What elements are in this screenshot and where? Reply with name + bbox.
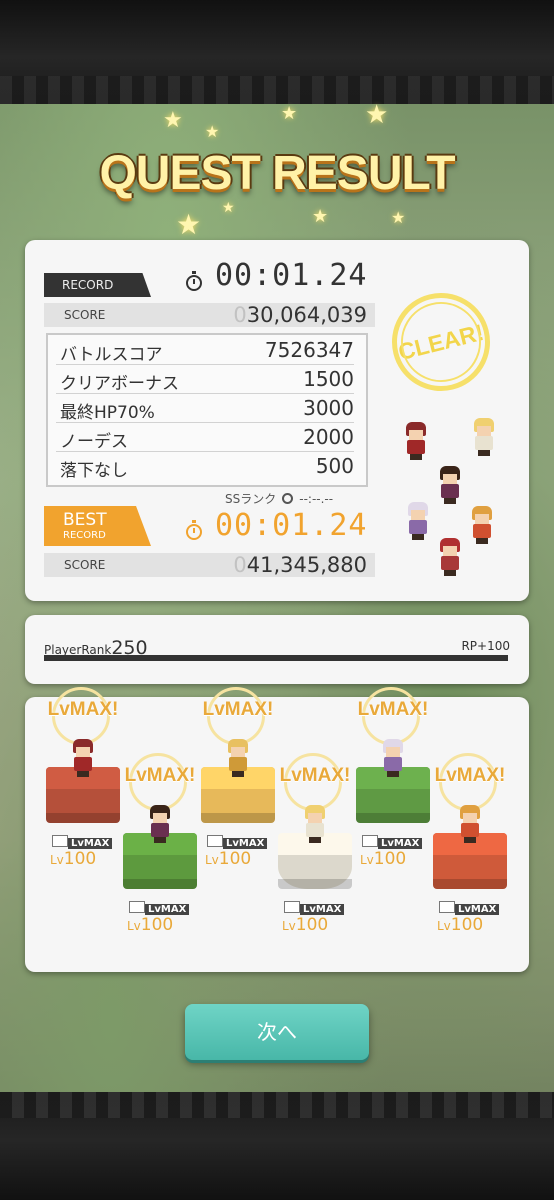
party-character: [403, 422, 429, 460]
stopwatch-icon: [186, 271, 202, 291]
best-record-tag: BEST RECORD: [44, 506, 151, 546]
unit-character: [380, 739, 406, 777]
ss-rank-target: SSランク --:--.--: [225, 492, 334, 506]
top-frame-bar: [0, 0, 554, 104]
unit-card: LvMAX! LvMAX Lv100: [270, 753, 360, 938]
best-score-bar: SCORE 041,345,880: [44, 553, 375, 577]
sparkle-star-icon: ★: [163, 108, 183, 133]
unit-card: LvMAX! LvMAX Lv100: [425, 753, 515, 938]
unit-character: [302, 805, 328, 843]
bottom-frame-bar: [0, 1092, 554, 1200]
lvmax-badge: LvMAX: [284, 901, 345, 915]
score-label: SCORE: [64, 308, 106, 322]
stopwatch-icon: [282, 493, 294, 504]
page-title: QUEST RESULT: [99, 147, 455, 200]
unit-character: [457, 805, 483, 843]
lvmax-badge: LvMAX: [362, 835, 423, 849]
best-score-label: SCORE: [64, 558, 106, 572]
sparkle-star-icon: ★: [222, 200, 235, 216]
unit-level: Lv100: [205, 849, 252, 869]
bonus-row: クリアボーナス 1500: [56, 366, 354, 394]
sparkle-star-icon: ★: [391, 208, 406, 227]
party-character: [437, 538, 463, 576]
unit-level: Lv100: [282, 915, 329, 935]
party-character: [405, 502, 431, 540]
sparkle-star-icon: ★: [365, 100, 389, 130]
lvmax-badge: LvMAX: [52, 835, 113, 849]
lvmax-badge: LvMAX: [439, 901, 500, 915]
bonus-row: 最終HP70% 3000: [56, 395, 354, 423]
lvmax-badge: LvMAX: [207, 835, 268, 849]
party-character: [469, 506, 495, 544]
unit-card: LvMAX! LvMAX Lv100: [115, 753, 205, 938]
player-rank-panel: PlayerRank250 RP+100: [25, 615, 529, 684]
rank-progress-bar: [44, 655, 508, 661]
bonus-breakdown-table: バトルスコア 7526347 クリアボーナス 1500 最終HP70% 3000 ノー…: [46, 333, 368, 487]
unit-level: Lv100: [50, 849, 97, 869]
unit-level: Lv100: [127, 915, 174, 935]
unit-level-panel: LvMAX! LvMAX Lv100 LvMAX! LvMAX Lv100 Lv…: [25, 687, 529, 972]
score-value: 030,064,039: [233, 303, 367, 327]
sparkle-star-icon: ★: [281, 103, 298, 124]
stopwatch-icon: [186, 520, 202, 540]
record-time: 00:01.24: [215, 258, 368, 293]
sparkle-star-icon: ★: [312, 206, 329, 227]
bonus-row: バトルスコア 7526347: [56, 337, 354, 365]
sparkle-star-icon: ★: [205, 122, 220, 141]
unit-character: [225, 739, 251, 777]
clear-stamp: CLEAR!: [381, 282, 501, 402]
sparkle-star-icon: ★: [176, 208, 202, 241]
bonus-row: 落下なし 500: [60, 454, 354, 481]
best-score-value: 041,345,880: [233, 553, 367, 577]
party-character: [437, 466, 463, 504]
unit-character: [70, 739, 96, 777]
unit-level: Lv100: [360, 849, 407, 869]
result-panel: RECORD 00:01.24 SCORE 030,064,039 バトルスコア…: [25, 240, 529, 601]
unit-level: Lv100: [437, 915, 484, 935]
record-tag: RECORD: [44, 273, 151, 297]
rp-gain: RP+100: [461, 639, 510, 653]
score-bar: SCORE 030,064,039: [44, 303, 375, 327]
bonus-row: ノーデス 2000: [56, 424, 354, 452]
best-time: 00:01.24: [215, 508, 368, 543]
party-character: [471, 418, 497, 456]
unit-character: [147, 805, 173, 843]
lvmax-badge: LvMAX: [129, 901, 190, 915]
next-button[interactable]: 次へ: [185, 1004, 369, 1060]
